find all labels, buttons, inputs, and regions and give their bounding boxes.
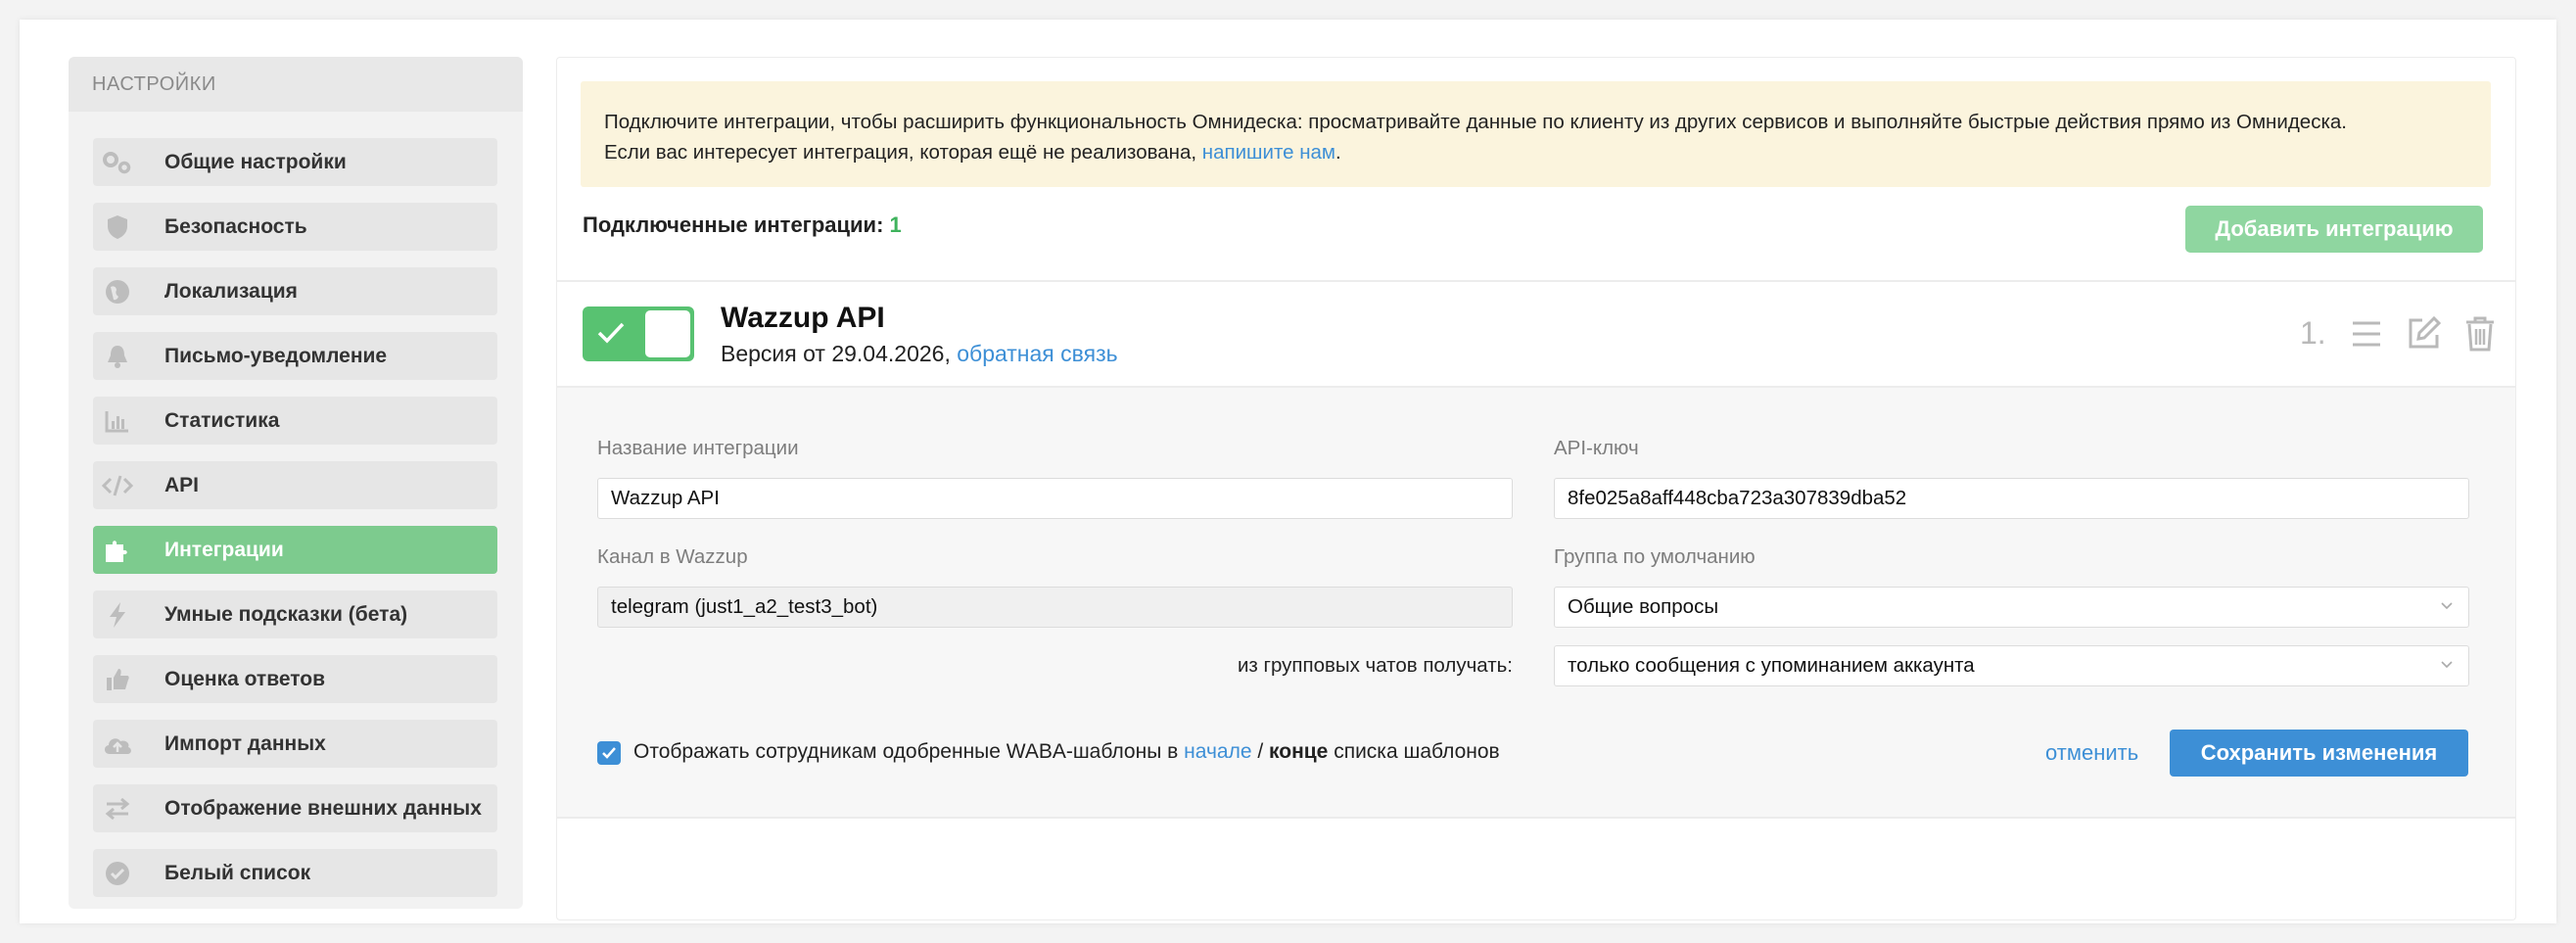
channel-field: telegram (just1_a2_test3_bot)	[597, 587, 1513, 628]
sidebar-item-label: Письмо-уведомление	[164, 345, 388, 367]
sidebar-item-localization[interactable]: Локализация	[93, 267, 497, 315]
notice-line-2: Если вас интересует интеграция, которая …	[604, 141, 1341, 164]
chevron-down-icon	[2441, 661, 2453, 669]
lightning-icon	[93, 590, 142, 638]
group-chats-select[interactable]: только сообщения с упоминанием аккаунта	[1554, 645, 2469, 686]
sidebar-item-label: Статистика	[164, 409, 280, 432]
edit-icon[interactable]	[2407, 315, 2442, 351]
api-key-input[interactable]: 8fe025a8aff448cba723a307839dba52	[1554, 478, 2469, 519]
bar-chart-icon	[93, 397, 142, 445]
sidebar-item-smart-hints[interactable]: Умные подсказки (бета)	[93, 590, 497, 638]
waba-templates-label: Отображать сотрудникам одобренные WABA-ш…	[633, 740, 1500, 763]
sidebar-title: НАСТРОЙКИ	[69, 57, 523, 112]
sidebar-item-security[interactable]: Безопасность	[93, 203, 497, 251]
trash-icon[interactable]	[2464, 315, 2496, 353]
connected-integrations-count: Подключенные интеграции: 1	[583, 212, 902, 237]
integration-order-number: 1.	[2300, 315, 2326, 351]
sidebar-item-external-data[interactable]: Отображение внешних данных	[93, 784, 497, 832]
sidebar-item-general[interactable]: Общие настройки	[93, 138, 497, 186]
default-group-select[interactable]: Общие вопросы	[1554, 587, 2469, 628]
thumbs-up-icon	[93, 655, 142, 703]
sidebar-item-api[interactable]: API	[93, 461, 497, 509]
sidebar-item-label: Интеграции	[164, 539, 284, 561]
count-badge: 1	[889, 212, 902, 237]
sidebar-item-notification[interactable]: Письмо-уведомление	[93, 332, 497, 380]
sidebar-item-label: Отображение внешних данных	[164, 797, 482, 820]
shield-icon	[93, 203, 142, 251]
integration-title: Wazzup API	[721, 302, 885, 334]
cancel-link[interactable]: отменить	[2045, 740, 2138, 766]
save-changes-button[interactable]: Сохранить изменения	[2170, 730, 2468, 777]
bell-icon	[93, 332, 142, 380]
waba-templates-checkbox[interactable]	[597, 741, 621, 765]
sidebar-item-label: Оценка ответов	[164, 668, 326, 690]
add-integration-button[interactable]: Добавить интеграцию	[2185, 206, 2483, 253]
sidebar-item-ratings[interactable]: Оценка ответов	[93, 655, 497, 703]
chevron-down-icon	[2441, 602, 2453, 610]
code-icon	[93, 461, 142, 509]
check-icon	[597, 322, 625, 344]
notice-line-1: Подключите интеграции, чтобы расширить ф…	[604, 111, 2347, 133]
integration-name-input[interactable]: Wazzup API	[597, 478, 1513, 519]
default-group-label: Группа по умолчанию	[1554, 545, 1756, 568]
sidebar-item-label: Белый список	[164, 862, 311, 884]
sidebar-item-label: Импорт данных	[164, 732, 326, 755]
integration-settings-form: Название интеграции Wazzup API API-ключ …	[557, 388, 2515, 819]
sidebar-item-whitelist[interactable]: Белый список	[93, 849, 497, 897]
integration-version: Версия от 29.04.2026, обратная связь	[721, 341, 1118, 366]
integration-name-label: Название интеграции	[597, 437, 799, 459]
sidebar-item-label: Умные подсказки (бета)	[164, 603, 408, 626]
drag-handle-icon[interactable]	[2351, 319, 2382, 349]
check-icon	[602, 747, 616, 759]
gears-icon	[93, 138, 142, 186]
feedback-link[interactable]: обратная связь	[957, 341, 1117, 366]
globe-icon	[93, 267, 142, 315]
puzzle-icon	[93, 526, 142, 574]
position-start-link[interactable]: начале	[1184, 740, 1251, 763]
position-end-option[interactable]: конце	[1269, 740, 1328, 763]
group-chats-value: только сообщения с упоминанием аккаунта	[1568, 654, 1975, 677]
toggle-knob	[645, 310, 690, 357]
settings-sidebar: НАСТРОЙКИ Общие настройки Безопасность Л…	[69, 57, 523, 909]
sidebar-item-integrations[interactable]: Интеграции	[93, 526, 497, 574]
sidebar-item-label: API	[164, 474, 200, 496]
sidebar-item-import[interactable]: Импорт данных	[93, 720, 497, 768]
default-group-value: Общие вопросы	[1568, 595, 1719, 618]
contact-us-link[interactable]: напишите нам	[1202, 141, 1335, 164]
check-circle-icon	[93, 849, 142, 897]
channel-label: Канал в Wazzup	[597, 545, 748, 568]
sidebar-item-label: Локализация	[164, 280, 298, 303]
sidebar-item-label: Безопасность	[164, 215, 307, 238]
cloud-upload-icon	[93, 720, 142, 768]
info-notice: Подключите интеграции, чтобы расширить ф…	[581, 81, 2491, 187]
sidebar-item-statistics[interactable]: Статистика	[93, 397, 497, 445]
integration-enabled-toggle[interactable]	[583, 306, 694, 361]
integrations-panel: Подключите интеграции, чтобы расширить ф…	[556, 57, 2516, 920]
integration-header: Wazzup API Версия от 29.04.2026, обратна…	[557, 280, 2515, 388]
exchange-icon	[93, 784, 142, 832]
sidebar-item-label: Общие настройки	[164, 151, 347, 173]
group-chats-label: из групповых чатов получать:	[1237, 654, 1513, 677]
api-key-label: API-ключ	[1554, 437, 1639, 459]
settings-menu: Общие настройки Безопасность Локализация…	[93, 138, 497, 909]
